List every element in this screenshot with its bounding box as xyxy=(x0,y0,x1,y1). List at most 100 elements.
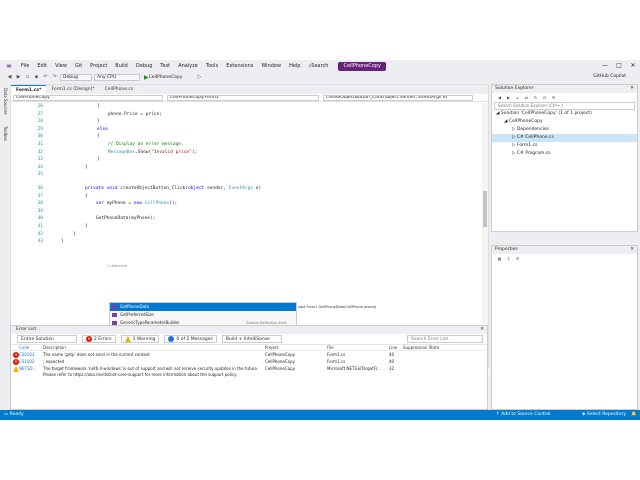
forward-icon[interactable]: ▶ xyxy=(15,74,22,81)
code-line[interactable]: { xyxy=(85,194,88,199)
tree-item[interactable]: ◢ CellPhoneCopy xyxy=(492,118,637,126)
code-line[interactable]: } xyxy=(97,157,100,162)
maximize-button[interactable]: □ xyxy=(612,60,626,72)
menu-file[interactable]: File xyxy=(17,60,33,72)
tree-item[interactable]: ▷ C# CellPhone.cs xyxy=(492,134,637,142)
add-source-control-button[interactable]: ↑ Add to Source Control xyxy=(496,410,550,420)
new-file-icon[interactable]: ▫ xyxy=(24,74,31,81)
menu-build[interactable]: Build xyxy=(111,60,132,72)
code-line[interactable]: } xyxy=(85,224,88,229)
run-button[interactable]: ▶ CellPhoneCopy xyxy=(142,74,194,81)
member-dropdown[interactable]: createObjectButton_Click(object sender, … xyxy=(323,94,473,101)
column-header[interactable]: Code xyxy=(19,345,43,350)
run-without-debug-icon[interactable]: ▷ xyxy=(196,74,203,81)
error-list-search[interactable]: Search Error List xyxy=(407,335,483,343)
refresh-icon[interactable]: ↻ xyxy=(532,94,539,101)
menu-analyze[interactable]: Analyze xyxy=(174,60,202,72)
menu-test[interactable]: Test xyxy=(156,60,174,72)
menu-tools[interactable]: Tools xyxy=(202,60,222,72)
build-filter-dropdown[interactable]: Build + IntelliSense xyxy=(221,335,282,343)
menu-debug[interactable]: Debug xyxy=(132,60,156,72)
scope-dropdown[interactable]: Entire Solution xyxy=(17,335,77,343)
code-line[interactable]: else xyxy=(97,127,108,132)
errors-filter[interactable]: ✕ 2 Errors xyxy=(82,335,116,343)
code-line[interactable]: private void createObjectButton_Click(ob… xyxy=(85,186,261,191)
platform-dropdown[interactable]: Any CPU xyxy=(94,73,140,81)
table-row[interactable]: NETSD... The target framework 'net6.0-win… xyxy=(11,365,487,378)
intellisense-item[interactable]: GetPhoneData void Form1.GetPhoneData(Cell… xyxy=(110,303,376,311)
redo-icon[interactable]: ↷ xyxy=(51,74,58,81)
select-repository-button[interactable]: ◈ Select Repository xyxy=(582,410,626,420)
code-line[interactable]: // Display an error message. xyxy=(97,142,184,147)
code-line[interactable]: GetPhoneData(myPhone); xyxy=(85,216,156,221)
intellisense-item[interactable]: GetPreferredSize xyxy=(110,311,296,319)
close-icon[interactable]: ✕ xyxy=(480,326,484,334)
notification-icon[interactable]: 🔔 xyxy=(631,410,637,420)
menu-help[interactable]: Help xyxy=(285,60,304,72)
tree-item[interactable]: ▷ C# Program.cs xyxy=(492,150,637,158)
code-line[interactable]: MessageBox.Show("Invalid price"); xyxy=(97,150,197,155)
sync-icon[interactable]: ⇄ xyxy=(523,94,530,101)
column-header[interactable]: Line xyxy=(389,345,403,350)
tree-item[interactable]: ◢ Solution 'CellPhoneCopy' (1 of 1 proje… xyxy=(492,110,637,118)
error-icon: ✕ xyxy=(86,336,92,342)
toolbox-tab[interactable]: Toolbox xyxy=(1,126,8,141)
messages-filter[interactable]: 0 of 2 Messages xyxy=(164,335,217,343)
line-number: 37 xyxy=(37,193,43,199)
menu-extensions[interactable]: Extensions xyxy=(222,60,257,72)
code-line[interactable]: { xyxy=(97,134,100,139)
tree-item[interactable]: ▷ Form1.cs xyxy=(492,142,637,150)
wrench-icon[interactable]: ⚙ xyxy=(550,94,557,101)
back-icon[interactable]: ◀ xyxy=(496,94,503,101)
table-row[interactable]: ✕ CS0103 The name 'getp' does not exist in… xyxy=(11,351,487,358)
config-dropdown[interactable]: Debug xyxy=(60,73,92,81)
reference-codelens[interactable]: 1 reference xyxy=(107,264,127,268)
undo-icon[interactable]: ↶ xyxy=(42,74,49,81)
menu-edit[interactable]: Edit xyxy=(33,60,51,72)
home-icon[interactable]: ⌂ xyxy=(514,94,521,101)
close-icon[interactable]: ✕ xyxy=(630,246,634,254)
tab-cellphone-cs[interactable]: CellPhone.cs xyxy=(100,85,139,94)
code-line[interactable]: { xyxy=(97,104,100,109)
project-dropdown[interactable]: CellPhoneCopy xyxy=(13,94,163,101)
forward-icon[interactable]: ▶ xyxy=(505,94,512,101)
column-header[interactable]: Suppression State xyxy=(403,345,443,350)
scroll-thumb[interactable] xyxy=(483,191,487,227)
line-number: 27 xyxy=(37,111,43,117)
code-line[interactable]: } xyxy=(73,232,76,237)
wrench-icon[interactable]: ⚙ xyxy=(514,255,521,262)
column-header[interactable]: Description xyxy=(43,345,265,350)
properties-toolbar: ▦ ↕ ⚙ xyxy=(492,254,637,263)
save-icon[interactable]: ▪ xyxy=(33,74,40,81)
code-line[interactable]: } xyxy=(97,119,100,124)
close-button[interactable]: ✕ xyxy=(626,60,640,72)
menu-view[interactable]: View xyxy=(51,60,71,72)
column-header[interactable] xyxy=(11,345,19,350)
column-header[interactable]: Project xyxy=(265,345,327,350)
minimize-button[interactable]: — xyxy=(598,60,612,72)
collapse-icon[interactable]: ⊟ xyxy=(541,94,548,101)
categorized-icon[interactable]: ▦ xyxy=(496,255,503,262)
back-icon[interactable]: ◀ xyxy=(6,74,13,81)
alphabetical-icon[interactable]: ↕ xyxy=(505,255,512,262)
code-line[interactable]: } xyxy=(61,239,64,244)
column-header[interactable]: File xyxy=(327,345,389,350)
class-dropdown[interactable]: CellPhoneCopy.Form1 xyxy=(167,94,319,101)
menu-project[interactable]: Project xyxy=(86,60,111,72)
copilot-button[interactable]: GitHub Copilot xyxy=(593,72,626,82)
code-line[interactable]: phone.Price = price; xyxy=(97,112,162,117)
warnings-filter[interactable]: 1 Warning xyxy=(120,335,160,343)
menu-window[interactable]: Window xyxy=(257,60,285,72)
close-icon[interactable]: ✕ xyxy=(630,85,634,93)
code-line[interactable]: } xyxy=(85,165,88,170)
tree-item[interactable]: ▷ Dependencies xyxy=(492,126,637,134)
solution-explorer-search[interactable]: Search Solution Explorer (Ctrl+;) xyxy=(494,102,635,110)
data-sources-tab[interactable]: Data Sources xyxy=(1,88,8,115)
tab-form1-cs[interactable]: Form1.cs* xyxy=(11,85,47,94)
search-box[interactable]: ⌕ Search xyxy=(304,63,332,69)
table-row[interactable]: ✕ CS1002 ; expected CellPhoneCopy Form1.cs 40 xyxy=(11,358,487,365)
code-line[interactable]: var myPhone = new CellPhone(); xyxy=(85,201,177,206)
tab-form1-design[interactable]: Form1.cs [Design]* xyxy=(46,85,99,94)
menu-git[interactable]: Git xyxy=(71,60,86,72)
properties-title: Properties xyxy=(495,247,518,252)
